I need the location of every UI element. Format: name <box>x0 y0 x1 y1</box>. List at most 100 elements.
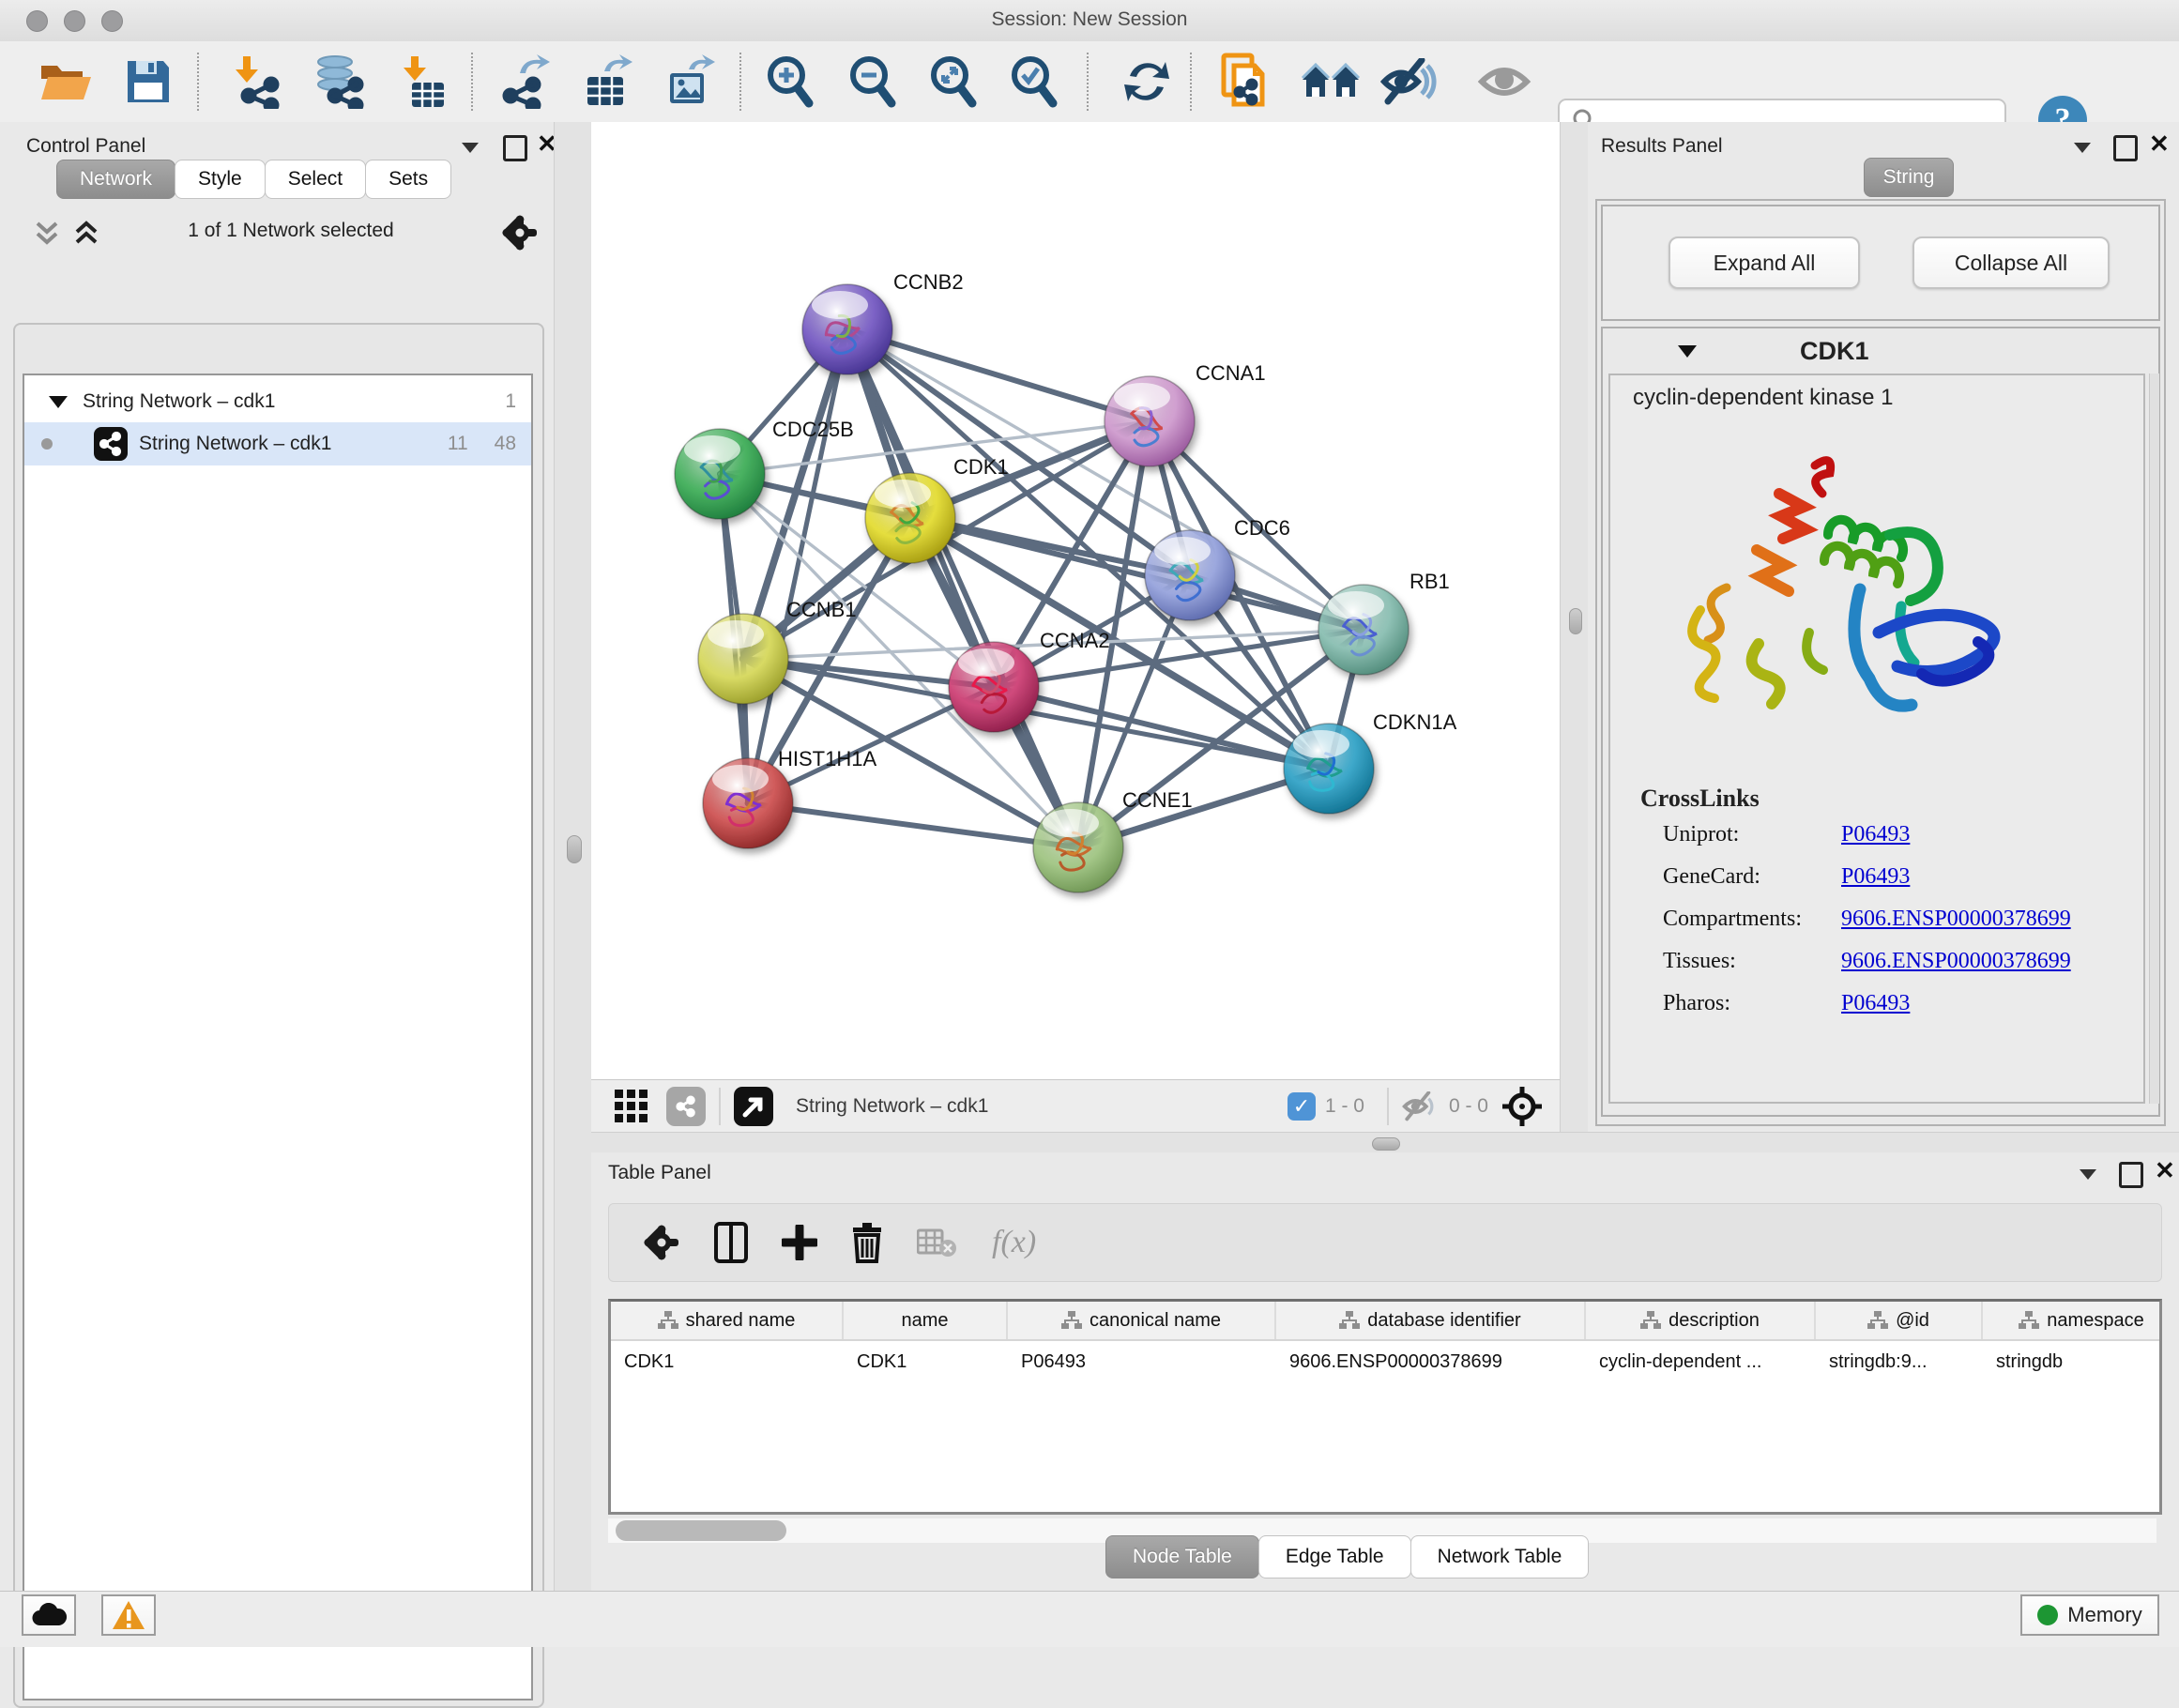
show-columns-icon[interactable] <box>714 1222 748 1263</box>
results-panel-close-button[interactable]: ✕ <box>2149 133 2170 154</box>
table-row[interactable]: CDK1CDK1P064939606.ENSP00000378699cyclin… <box>611 1341 2159 1382</box>
network-edge-CCNB2-CCNA1[interactable] <box>847 329 1150 421</box>
table-panel-menu-button[interactable] <box>2080 1169 2096 1180</box>
network-node-CDK1[interactable]: CDK1 <box>865 455 1009 563</box>
column-header--id[interactable]: @id <box>1816 1302 1983 1339</box>
network-collection-row[interactable]: String Network – cdk1 1 <box>24 381 531 422</box>
network-edge-CCNB2-CCNE1[interactable] <box>847 329 1078 847</box>
table-panel-float-button[interactable] <box>2119 1162 2143 1188</box>
warnings-button[interactable] <box>101 1594 156 1636</box>
column-header-canonical-name[interactable]: canonical name <box>1008 1302 1276 1339</box>
network-row-selected[interactable]: String Network – cdk1 11 48 <box>24 422 531 465</box>
import-network-file-button[interactable] <box>223 51 291 113</box>
table-cell[interactable]: CDK1 <box>844 1341 1008 1382</box>
memory-button[interactable]: Memory <box>2020 1594 2159 1636</box>
tab-network-table[interactable]: Network Table <box>1410 1535 1590 1578</box>
right-splitter-handle[interactable] <box>1569 608 1582 634</box>
tab-string[interactable]: String <box>1864 158 1954 197</box>
crosslink-label: Pharos: <box>1663 991 1841 1016</box>
expand-all-icon[interactable] <box>71 220 105 248</box>
results-panel: Results Panel ✕ String Expand All Collap… <box>1588 122 2179 1132</box>
table-cell[interactable]: P06493 <box>1008 1341 1276 1382</box>
import-table-file-button[interactable] <box>389 51 456 113</box>
column-header-shared-name[interactable]: shared name <box>611 1302 844 1339</box>
collection-expander-icon[interactable] <box>49 396 68 408</box>
table-cell[interactable]: cyclin-dependent ... <box>1586 1341 1816 1382</box>
export-network-button[interactable] <box>492 51 559 113</box>
table-cell[interactable]: CDK1 <box>611 1341 844 1382</box>
crosslink-value-link[interactable]: P06493 <box>1841 991 1910 1016</box>
export-image-button[interactable] <box>657 51 724 113</box>
tab-edge-table[interactable]: Edge Table <box>1258 1535 1411 1578</box>
save-session-button[interactable] <box>114 51 182 113</box>
tab-sets[interactable]: Sets <box>365 160 451 199</box>
hide-selected-button[interactable] <box>1376 51 1443 113</box>
grid-view-icon[interactable] <box>614 1089 649 1124</box>
control-panel-menu-button[interactable] <box>462 143 479 153</box>
results-scrollbar[interactable] <box>2149 374 2159 1104</box>
table-settings-gear-icon[interactable] <box>643 1224 680 1261</box>
table-panel-close-button[interactable]: ✕ <box>2155 1160 2175 1181</box>
zoom-fit-button[interactable] <box>920 51 987 113</box>
create-column-plus-icon[interactable] <box>782 1225 817 1260</box>
table-cell[interactable]: stringdb <box>1983 1341 2162 1382</box>
cloud-status-button[interactable] <box>22 1594 76 1636</box>
birdseye-view-icon[interactable] <box>734 1087 773 1126</box>
network-node-HIST1H1A[interactable]: HIST1H1A <box>703 747 876 848</box>
table-cell[interactable]: 9606.ENSP00000378699 <box>1276 1341 1586 1382</box>
collapse-all-icon[interactable] <box>32 220 66 248</box>
node-gloss-highlight <box>708 620 764 648</box>
tab-style[interactable]: Style <box>175 160 266 199</box>
zoom-in-button[interactable] <box>756 51 824 113</box>
zoom-in-icon <box>764 54 816 109</box>
table-cell[interactable]: stringdb:9... <box>1816 1341 1983 1382</box>
network-edge-HIST1H1A-CCNE1[interactable] <box>748 803 1078 847</box>
delete-column-trash-icon[interactable] <box>851 1222 883 1263</box>
column-header-description[interactable]: description <box>1586 1302 1816 1339</box>
crosslink-value-link[interactable]: 9606.ENSP00000378699 <box>1841 949 2071 974</box>
table-hscrollbar-thumb[interactable] <box>616 1520 786 1541</box>
gene-expander-icon[interactable] <box>1678 345 1697 358</box>
crosslink-value-link[interactable]: 9606.ENSP00000378699 <box>1841 907 2071 932</box>
crosslink-value-link[interactable]: P06493 <box>1841 864 1910 890</box>
left-splitter[interactable] <box>554 122 593 1591</box>
network-canvas[interactable]: CCNB2CCNA1CDC25BCDK1CDC6RB1CCNB1CCNA2CDK… <box>591 122 1560 1079</box>
control-panel-float-button[interactable] <box>503 135 527 161</box>
network-graph[interactable]: CCNB2CCNA1CDC25BCDK1CDC6RB1CCNB1CCNA2CDK… <box>591 122 1560 1079</box>
export-table-button[interactable] <box>574 51 642 113</box>
import-network-database-button[interactable] <box>306 51 373 113</box>
show-all-button[interactable] <box>1473 51 1541 113</box>
zoom-selected-button[interactable] <box>1000 51 1068 113</box>
network-share-view-icon[interactable] <box>666 1087 706 1126</box>
network-options-gear-icon[interactable] <box>501 214 539 252</box>
network-node-CCNA1[interactable]: CCNA1 <box>1105 361 1266 466</box>
results-panel-float-button[interactable] <box>2113 135 2138 161</box>
tab-network[interactable]: Network <box>56 160 175 199</box>
refresh-button[interactable] <box>1113 51 1181 113</box>
network-edge-CCNB2-HIST1H1A[interactable] <box>748 329 847 803</box>
gene-section-header[interactable]: CDK1 <box>1603 328 2158 374</box>
selected-checkbox-icon[interactable]: ✓ <box>1288 1092 1316 1121</box>
right-splitter[interactable] <box>1560 122 1590 1132</box>
node-table[interactable]: shared namenamecanonical namedatabase id… <box>608 1299 2162 1515</box>
network-node-RB1[interactable]: RB1 <box>1318 570 1450 675</box>
network-node-CDC25B[interactable]: CDC25B <box>675 418 854 519</box>
horizontal-splitter[interactable] <box>591 1132 2179 1154</box>
left-splitter-handle[interactable] <box>567 835 582 863</box>
column-header-namespace[interactable]: namespace <box>1983 1302 2162 1339</box>
open-session-button[interactable] <box>32 51 99 113</box>
results-panel-menu-button[interactable] <box>2074 143 2091 153</box>
column-header-name[interactable]: name <box>844 1302 1008 1339</box>
new-network-from-selection-button[interactable] <box>1212 51 1280 113</box>
first-neighbors-button[interactable] <box>1297 51 1364 113</box>
crosslink-value-link[interactable]: P06493 <box>1841 822 1910 847</box>
memory-label: Memory <box>2067 1603 2141 1627</box>
horizontal-splitter-handle[interactable] <box>1372 1137 1400 1151</box>
expand-all-button[interactable]: Expand All <box>1669 236 1860 289</box>
tab-select[interactable]: Select <box>265 160 366 199</box>
collapse-all-button[interactable]: Collapse All <box>1912 236 2110 289</box>
tab-node-table[interactable]: Node Table <box>1105 1535 1259 1578</box>
column-header-database-identifier[interactable]: database identifier <box>1276 1302 1586 1339</box>
zoom-out-button[interactable] <box>839 51 907 113</box>
fit-content-crosshair-icon[interactable] <box>1501 1086 1543 1127</box>
